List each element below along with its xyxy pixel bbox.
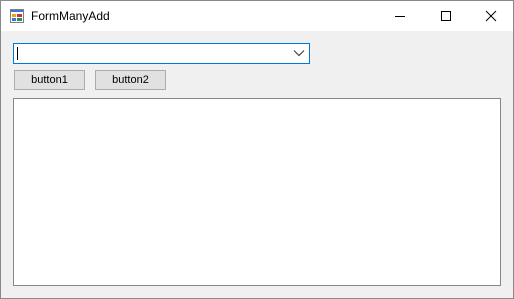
winforms-app-icon <box>10 9 24 23</box>
combobox[interactable] <box>13 43 310 64</box>
maximize-button[interactable] <box>423 1 469 31</box>
form-window: FormManyAdd button1 button2 <box>0 0 514 299</box>
window-title: FormManyAdd <box>31 9 110 23</box>
close-icon <box>485 10 497 22</box>
chevron-down-icon[interactable] <box>293 49 305 57</box>
minimize-button[interactable] <box>377 1 423 31</box>
minimize-icon <box>395 16 405 17</box>
button2[interactable]: button2 <box>95 70 166 90</box>
maximize-icon <box>441 11 451 21</box>
close-button[interactable] <box>468 1 514 31</box>
listbox[interactable] <box>13 98 501 286</box>
button1[interactable]: button1 <box>14 70 85 90</box>
title-bar[interactable]: FormManyAdd <box>1 1 513 31</box>
text-caret <box>17 47 18 60</box>
